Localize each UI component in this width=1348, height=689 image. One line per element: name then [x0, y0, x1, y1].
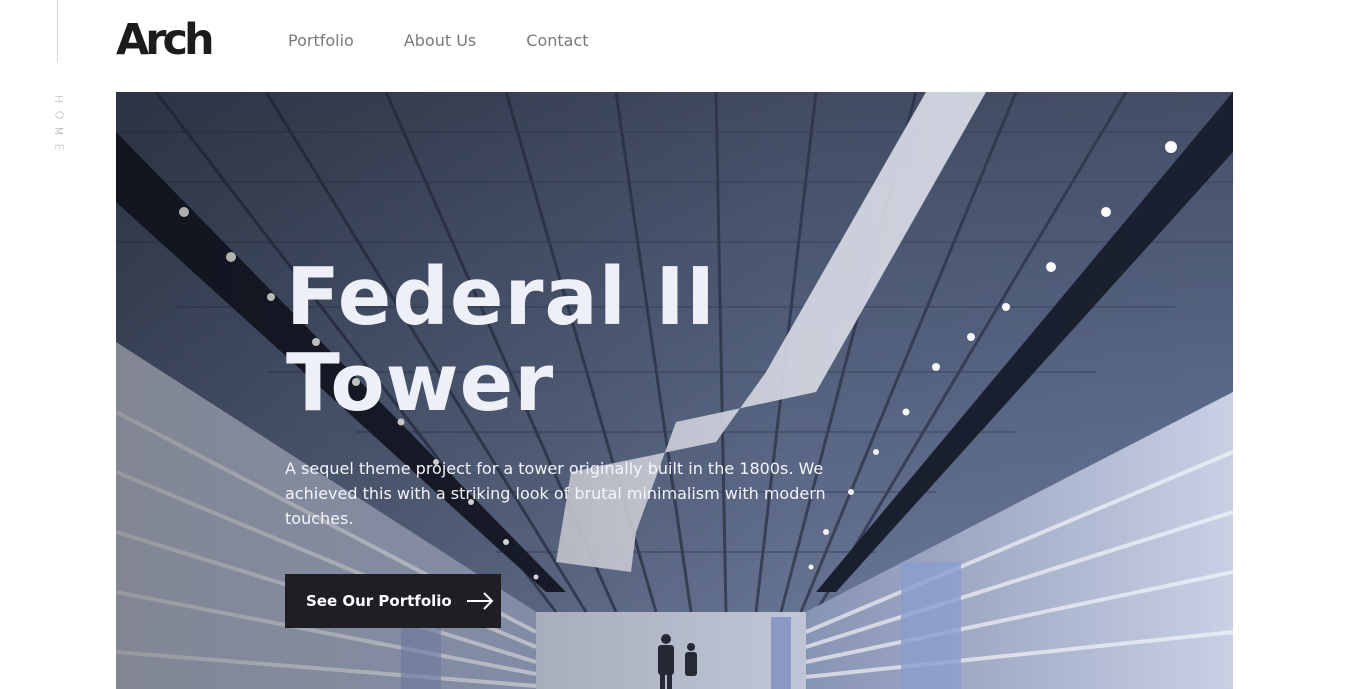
- see-portfolio-button[interactable]: See Our Portfolio: [285, 574, 501, 628]
- hero-banner: Federal II Tower A sequel theme project …: [116, 92, 1233, 689]
- hero-title: Federal II Tower: [286, 254, 806, 426]
- section-indicator-letter: O: [51, 110, 65, 120]
- nav-link-about-us[interactable]: About Us: [404, 30, 476, 52]
- main-nav: Portfolio About Us Contact: [288, 30, 589, 52]
- section-indicator: H O M E: [51, 91, 65, 155]
- rail-divider: [57, 0, 58, 62]
- site-logo[interactable]: Arch: [116, 12, 215, 68]
- page: H O M E Arch Portfolio About Us Contact: [0, 0, 1348, 689]
- section-indicator-letter: M: [52, 126, 65, 136]
- section-indicator-letter: H: [52, 94, 65, 104]
- hero-description: A sequel theme project for a tower origi…: [285, 459, 826, 528]
- nav-link-portfolio[interactable]: Portfolio: [288, 30, 354, 52]
- see-portfolio-button-label: See Our Portfolio: [306, 592, 452, 610]
- arrow-right-icon: [466, 592, 494, 610]
- section-indicator-letter: E: [51, 143, 65, 151]
- hero-title-line-2: Tower: [286, 337, 555, 429]
- nav-link-contact[interactable]: Contact: [526, 30, 588, 52]
- hero-title-line-1: Federal II: [286, 251, 717, 343]
